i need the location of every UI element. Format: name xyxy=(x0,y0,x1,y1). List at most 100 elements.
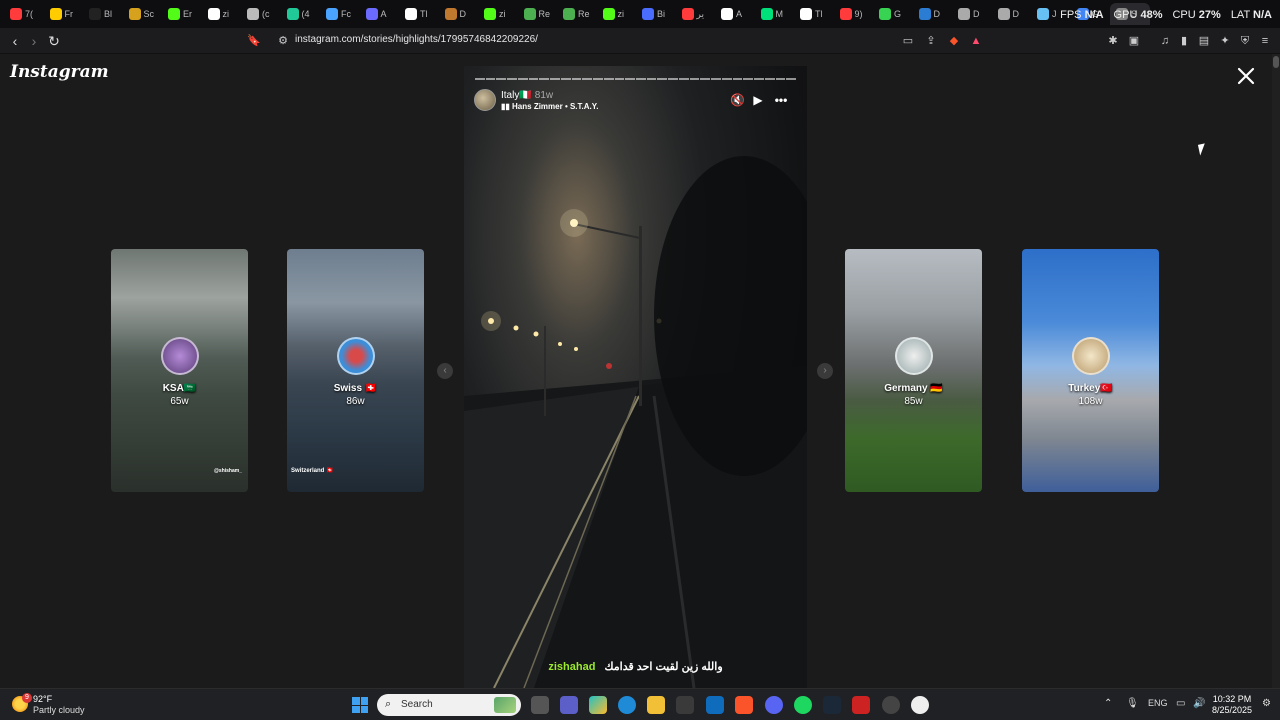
tab-label: ير xyxy=(696,8,704,19)
leaf-icon xyxy=(523,8,536,20)
browser-tab[interactable]: A xyxy=(360,3,400,25)
address-bar: ‹ › ↻ 🔖 ⚙ instagram.com/stories/highligh… xyxy=(0,28,1280,54)
app-icon[interactable] xyxy=(911,696,929,714)
media-icon[interactable]: ♫ xyxy=(1158,34,1172,48)
browser-tab[interactable]: G xyxy=(873,3,913,25)
brave-shield-icon[interactable]: ◆ xyxy=(947,34,961,48)
extensions-icon[interactable]: ✱ xyxy=(1106,34,1120,48)
check-icon xyxy=(879,8,891,20)
browser-tab[interactable]: (4 xyxy=(281,3,321,25)
browser-tab[interactable]: Fc xyxy=(320,3,360,25)
site-settings-icon[interactable]: ⚙ xyxy=(276,34,290,48)
spotify-icon[interactable] xyxy=(794,696,812,714)
mute-icon[interactable]: 🔇 xyxy=(730,93,745,107)
clock[interactable]: 10:32 PM 8/25/2025 xyxy=(1212,694,1252,716)
scrollbar[interactable] xyxy=(1272,54,1280,688)
back-button[interactable]: ‹ xyxy=(6,32,24,50)
diamond-icon xyxy=(405,8,417,20)
tab-search-icon[interactable]: ▣ xyxy=(1127,34,1141,48)
notifications-icon[interactable]: ⚙ xyxy=(1262,698,1271,709)
outlook-icon[interactable] xyxy=(706,696,724,714)
close-icon[interactable] xyxy=(1234,64,1258,88)
card-name: Swiss 🇨🇭 xyxy=(333,383,378,394)
brave-rewards-icon[interactable]: ▲ xyxy=(969,34,983,48)
store-icon[interactable] xyxy=(676,696,694,714)
reload-button[interactable]: ↻ xyxy=(45,32,63,50)
app-icon[interactable] xyxy=(852,696,870,714)
browser-tab[interactable]: zi xyxy=(478,3,518,25)
browser-tab[interactable]: 7( xyxy=(4,3,44,25)
browser-tab[interactable]: D xyxy=(992,3,1032,25)
share-icon[interactable]: ⇪ xyxy=(924,34,938,48)
vpn-icon[interactable]: ⛨ xyxy=(1238,34,1252,48)
next-arrow[interactable]: › xyxy=(817,363,833,379)
browser-tab[interactable]: Er xyxy=(162,3,202,25)
teams-icon[interactable] xyxy=(560,696,578,714)
cast-icon[interactable]: ▭ xyxy=(901,34,915,48)
progress-segment xyxy=(764,78,775,80)
story-card-ksa[interactable]: KSA🇸🇦 65w @shisham_ xyxy=(111,249,248,492)
browser-tab[interactable]: zi xyxy=(202,3,242,25)
browser-tab[interactable]: zi xyxy=(597,3,637,25)
volume-icon[interactable]: 🔊 xyxy=(1193,698,1205,709)
story-card-swiss[interactable]: Swiss 🇨🇭 86w Switzerland 🇨🇭 xyxy=(287,249,424,492)
story-music[interactable]: ▮▮ Hans Zimmer • S.T.A.Y. xyxy=(501,102,598,111)
story-viewer[interactable]: Italy🇮🇹 81w ▮▮ Hans Zimmer • S.T.A.Y. 🔇 ▶… xyxy=(464,66,807,688)
coin-icon xyxy=(444,8,457,20)
browser-tab[interactable]: M xyxy=(755,3,795,25)
story-card-turkey[interactable]: Turkey🇹🇷 108w xyxy=(1022,249,1159,492)
sidebar-icon[interactable]: ▮ xyxy=(1177,34,1191,48)
browser-tab[interactable]: A xyxy=(715,3,755,25)
start-icon[interactable] xyxy=(352,697,368,713)
browser-tab[interactable]: Re xyxy=(518,3,558,25)
language-indicator[interactable]: ENG xyxy=(1148,698,1168,708)
weather-widget[interactable]: 9 92°F Partly cloudy xyxy=(12,693,102,717)
instagram-logo[interactable]: Instagram xyxy=(10,62,109,82)
avatar[interactable] xyxy=(474,89,496,111)
discord-icon[interactable] xyxy=(765,696,783,714)
tab-label: D xyxy=(973,9,980,19)
steam-icon[interactable] xyxy=(823,696,841,714)
browser-tab[interactable]: ير xyxy=(676,3,716,25)
browser-tab[interactable]: Tl xyxy=(399,3,439,25)
tab-label: 9) xyxy=(854,9,863,19)
tray-overflow-icon[interactable]: ⌃ xyxy=(1104,698,1112,709)
menu-icon[interactable]: ≡ xyxy=(1258,34,1272,48)
url-field[interactable]: instagram.com/stories/highlights/1799574… xyxy=(295,34,538,45)
browser-tab[interactable]: D xyxy=(952,3,992,25)
browser-tab[interactable]: 9) xyxy=(834,3,874,25)
caption-handle[interactable]: zishahad xyxy=(548,661,595,673)
browser-tab[interactable]: D xyxy=(913,3,953,25)
app-icon[interactable] xyxy=(882,696,900,714)
browser-tab[interactable]: Re xyxy=(557,3,597,25)
brave-icon[interactable] xyxy=(735,696,753,714)
browser-tab[interactable]: Fr xyxy=(44,3,84,25)
taskbar-search[interactable]: ⌕ Search xyxy=(377,694,521,716)
network-icon[interactable]: ▭ xyxy=(1176,698,1185,709)
browser-tab[interactable]: Bi xyxy=(636,3,676,25)
browser-tab[interactable]: Tl xyxy=(794,3,834,25)
browser-tab[interactable]: Bl xyxy=(83,3,123,25)
tab-label: zi xyxy=(617,9,625,19)
forward-button[interactable]: › xyxy=(25,32,43,50)
play-icon[interactable]: ▶ xyxy=(751,93,765,107)
browser-tab[interactable]: Sc xyxy=(123,3,163,25)
copilot-icon[interactable] xyxy=(589,696,607,714)
tab-label: D xyxy=(933,9,941,19)
browser-tab[interactable]: (c xyxy=(241,3,281,25)
tab-label: (4 xyxy=(301,9,310,19)
task-view-icon[interactable] xyxy=(531,696,549,714)
browser-tab[interactable]: D xyxy=(439,3,479,25)
leo-ai-icon[interactable]: ✦ xyxy=(1218,34,1232,48)
bookmark-icon[interactable]: 🔖 xyxy=(247,34,261,48)
tab-label: Er xyxy=(183,9,192,19)
story-card-germany[interactable]: Germany 🇩🇪 85w xyxy=(845,249,982,492)
file-explorer-icon[interactable] xyxy=(647,696,665,714)
previous-arrow[interactable]: ‹ xyxy=(437,363,453,379)
tab-label: G xyxy=(894,9,902,19)
microphone-icon[interactable]: 🎙 xyxy=(1126,698,1139,709)
story-username[interactable]: Italy🇮🇹 81w xyxy=(501,90,553,101)
edge-icon[interactable] xyxy=(618,696,636,714)
more-options-icon[interactable]: ••• xyxy=(774,93,788,107)
wallet-icon[interactable]: ▤ xyxy=(1197,34,1211,48)
